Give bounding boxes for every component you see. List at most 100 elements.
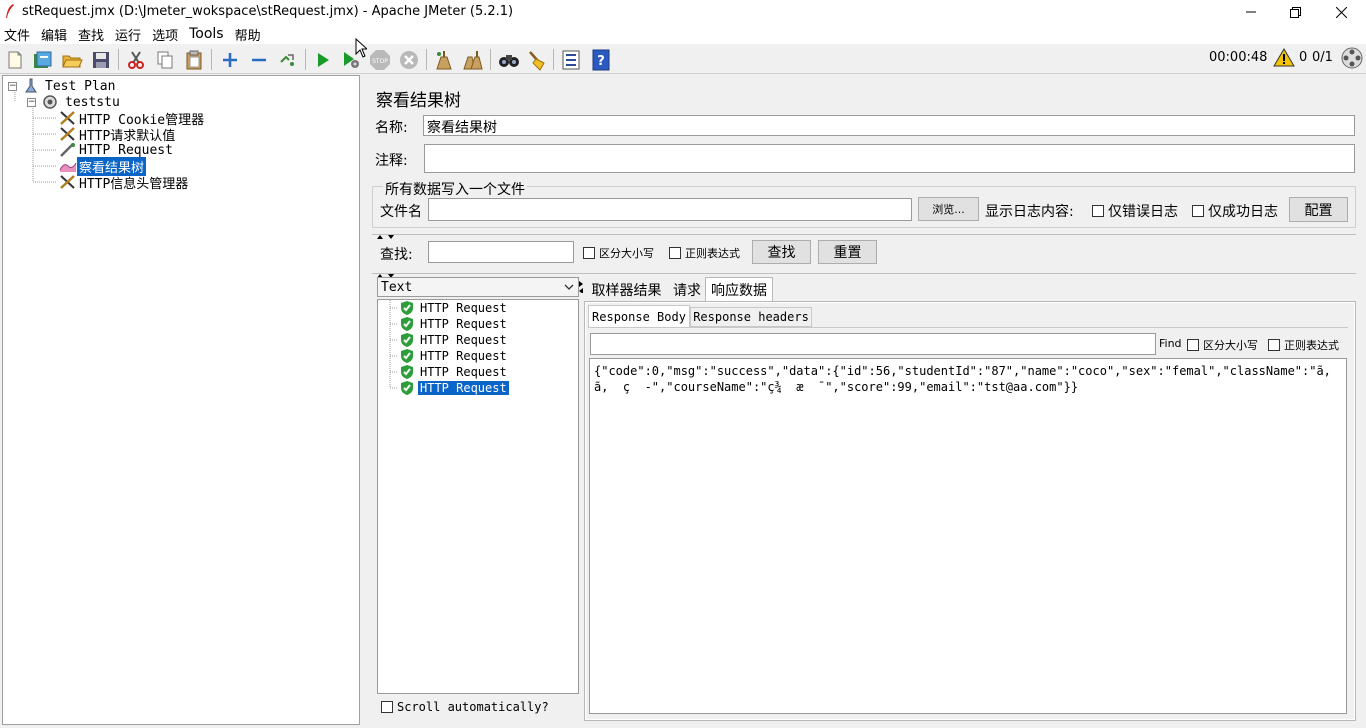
- stop-button[interactable]: STOP: [368, 48, 392, 72]
- clear-button[interactable]: [432, 48, 456, 72]
- toggle-icon: [280, 54, 294, 66]
- cut-icon: [128, 51, 144, 69]
- close-button[interactable]: [1318, 0, 1364, 24]
- configure-button[interactable]: 配置: [1289, 197, 1348, 222]
- tab-response-data[interactable]: 响应数据: [705, 277, 773, 301]
- success-only-checkbox[interactable]: 仅成功日志: [1192, 201, 1278, 221]
- regex-checkbox[interactable]: 正则表达式: [669, 245, 740, 261]
- collapse-toggle-icon[interactable]: −: [27, 98, 36, 107]
- tree-node-header-manager[interactable]: HTTP信息头管理器: [59, 174, 190, 192]
- elapsed-timer: 00:00:48: [1209, 50, 1268, 65]
- warning-icon[interactable]: [1273, 48, 1295, 71]
- comment-field[interactable]: [424, 144, 1355, 173]
- sample-label: HTTP Request: [420, 301, 507, 315]
- sample-label: HTTP Request: [420, 333, 507, 347]
- subtab-response-body[interactable]: Response Body: [588, 305, 690, 327]
- help-button[interactable]: ?: [589, 48, 613, 72]
- menu-run[interactable]: 运行: [115, 25, 141, 44]
- menu-tools[interactable]: Tools: [189, 26, 224, 42]
- success-shield-icon: [401, 381, 413, 395]
- menu-edit[interactable]: 编辑: [41, 25, 67, 44]
- sample-result-row[interactable]: HTTP Request: [399, 316, 509, 332]
- copy-button[interactable]: [153, 48, 177, 72]
- response-find-input[interactable]: [590, 333, 1156, 355]
- save-button[interactable]: [89, 48, 113, 72]
- test-plan-tree[interactable]: − Test Plan − teststu HTTP Cookie管理器 HTT…: [2, 75, 360, 725]
- sample-result-row-selected[interactable]: HTTP Request: [399, 380, 509, 396]
- clear-all-button[interactable]: [461, 48, 485, 72]
- sampler-icon: [60, 143, 75, 157]
- tree-node-http-defaults[interactable]: HTTP请求默认值: [59, 126, 177, 144]
- cut-button[interactable]: [124, 48, 148, 72]
- errors-only-checkbox[interactable]: 仅错误日志: [1092, 201, 1178, 221]
- tree-node-test-plan[interactable]: Test Plan: [23, 78, 117, 94]
- scroll-automatically-label: Scroll automatically?: [397, 700, 549, 714]
- success-only-label: 仅成功日志: [1208, 204, 1278, 220]
- help-icon: ?: [592, 49, 610, 71]
- splitter-arrow-icon[interactable]: [579, 281, 584, 297]
- scroll-automatically-checkbox[interactable]: Scroll automatically?: [381, 700, 549, 714]
- name-field[interactable]: 察看结果树: [423, 115, 1355, 136]
- templates-button[interactable]: [31, 48, 55, 72]
- file-group-title: 所有数据写入一个文件: [383, 179, 527, 199]
- renderer-select[interactable]: Text: [377, 277, 579, 297]
- remote-engines-icon[interactable]: [1341, 47, 1363, 73]
- find-button[interactable]: 查找: [752, 240, 811, 264]
- sample-result-row[interactable]: HTTP Request: [399, 332, 509, 348]
- menu-options[interactable]: 选项: [152, 25, 178, 44]
- subtab-response-headers[interactable]: Response headers: [690, 307, 812, 327]
- open-button[interactable]: [60, 48, 84, 72]
- function-helper-button[interactable]: [559, 48, 583, 72]
- response-regex-checkbox[interactable]: 正则表达式: [1268, 337, 1339, 353]
- sample-result-row[interactable]: HTTP Request: [399, 364, 509, 380]
- response-case-checkbox[interactable]: 区分大小写: [1187, 337, 1258, 353]
- sample-results-list[interactable]: HTTP Request HTTP Request HTTP Request H…: [377, 299, 579, 694]
- search-button[interactable]: [497, 48, 521, 72]
- expand-all-button[interactable]: [218, 48, 242, 72]
- search-icon: [499, 55, 519, 67]
- menu-search[interactable]: 查找: [78, 25, 104, 44]
- sample-result-row[interactable]: HTTP Request: [399, 348, 509, 364]
- toggle-button[interactable]: [276, 48, 300, 72]
- response-regex-label: 正则表达式: [1284, 339, 1339, 352]
- search-input[interactable]: [428, 241, 574, 263]
- collapse-all-button[interactable]: [247, 48, 271, 72]
- clear-all-icon: [463, 51, 483, 70]
- response-body-text[interactable]: {"code":0,"msg":"success","data":{"id":5…: [589, 358, 1347, 714]
- restore-button[interactable]: [1272, 0, 1318, 24]
- title-bar: stRequest.jmx (D:\Jmeter_wokspace\stRequ…: [0, 0, 1366, 24]
- minimize-button[interactable]: [1228, 0, 1274, 24]
- shutdown-button[interactable]: [397, 48, 421, 72]
- browse-button[interactable]: 浏览...: [918, 197, 979, 221]
- menu-file[interactable]: 文件: [4, 25, 30, 44]
- sample-label: HTTP Request: [420, 317, 507, 331]
- menu-help[interactable]: 帮助: [235, 25, 261, 44]
- toolbar-separator: [553, 49, 554, 70]
- renderer-value: Text: [381, 279, 413, 295]
- chevron-down-icon: [564, 284, 574, 290]
- collapse-toggle-icon[interactable]: −: [8, 82, 17, 91]
- menu-bar: 文件 编辑 查找 运行 选项 Tools 帮助: [0, 24, 1366, 44]
- active-threads: 0/1: [1312, 50, 1333, 65]
- reset-button[interactable]: 重置: [818, 240, 877, 264]
- toolbar-separator: [426, 49, 427, 70]
- sample-result-row[interactable]: HTTP Request: [399, 300, 509, 316]
- jmeter-feather-icon: [4, 3, 16, 23]
- start-button[interactable]: [311, 48, 335, 72]
- new-button[interactable]: [3, 48, 27, 72]
- filename-field[interactable]: [428, 198, 912, 221]
- case-sensitive-checkbox[interactable]: 区分大小写: [583, 245, 654, 261]
- checkbox-box: [381, 701, 393, 713]
- mouse-cursor-icon: [355, 37, 369, 62]
- paste-button[interactable]: [182, 48, 206, 72]
- success-shield-icon: [401, 349, 413, 363]
- config-element-icon: [60, 127, 75, 141]
- reset-search-button[interactable]: [525, 48, 549, 72]
- splitter-arrows-icon[interactable]: [376, 229, 396, 244]
- sample-label: HTTP Request: [420, 349, 507, 363]
- thread-group-icon: [43, 95, 57, 109]
- toolbar-separator: [118, 49, 119, 70]
- tab-sampler-result[interactable]: 取样器结果: [586, 279, 667, 301]
- start-icon: [318, 53, 329, 67]
- tab-request[interactable]: 请求: [669, 279, 705, 301]
